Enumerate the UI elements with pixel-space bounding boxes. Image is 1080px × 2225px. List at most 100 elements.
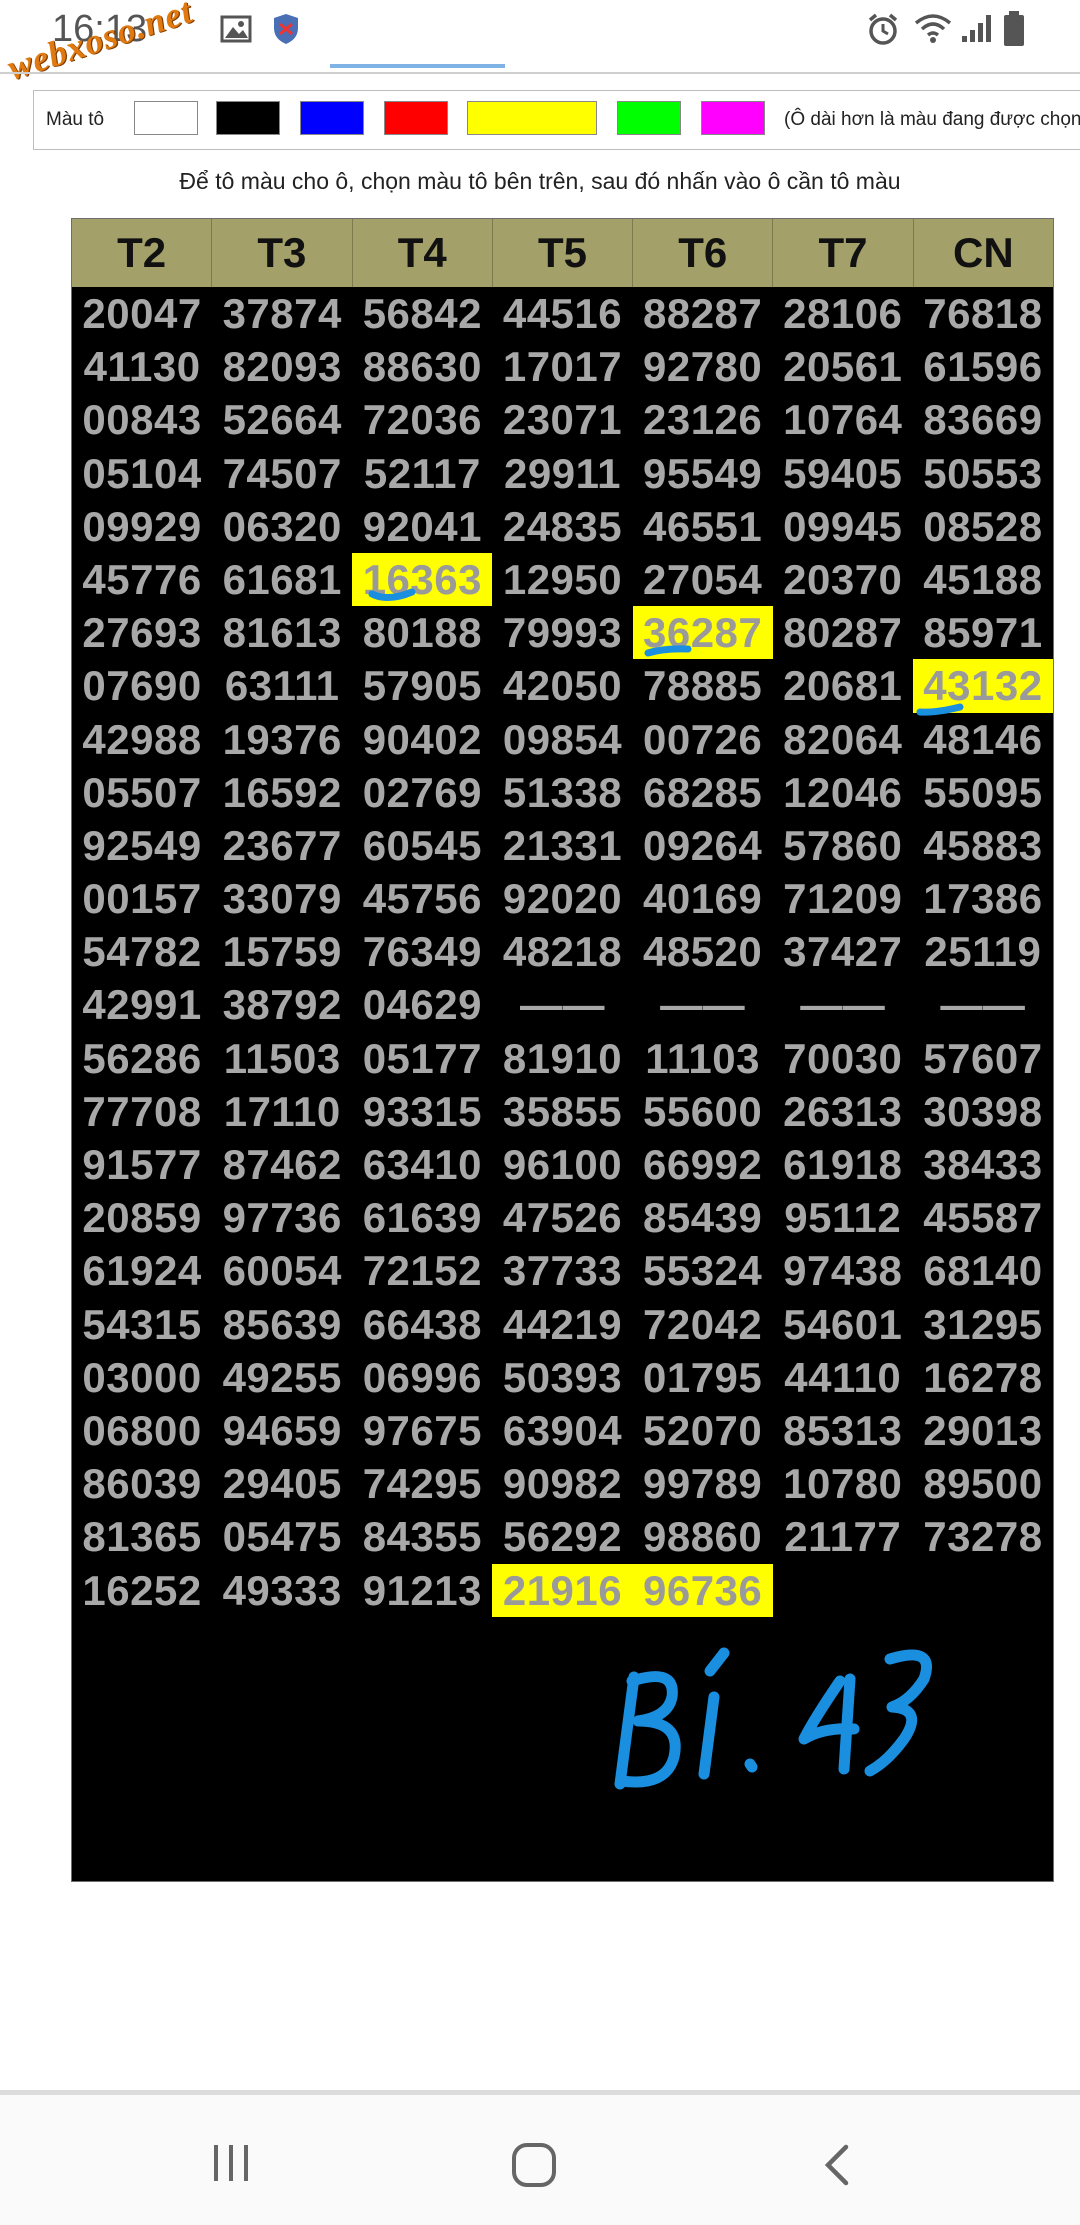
number-cell[interactable]: 52664	[212, 393, 352, 446]
number-cell[interactable]: 84355	[352, 1510, 492, 1563]
number-cell[interactable]: 45587	[913, 1191, 1053, 1244]
number-cell[interactable]: 07690	[72, 659, 212, 712]
number-cell[interactable]: 16278	[913, 1351, 1053, 1404]
number-cell[interactable]: 09929	[72, 500, 212, 553]
swatch-white[interactable]	[134, 101, 198, 135]
number-cell[interactable]: 54315	[72, 1298, 212, 1351]
number-cell[interactable]: 81365	[72, 1510, 212, 1563]
number-cell[interactable]: 06996	[352, 1351, 492, 1404]
number-cell[interactable]: 55324	[633, 1244, 773, 1297]
number-cell[interactable]: 20370	[773, 553, 913, 606]
number-cell[interactable]: 38792	[212, 978, 352, 1031]
number-cell[interactable]: 09945	[773, 500, 913, 553]
number-cell[interactable]: 05475	[212, 1510, 352, 1563]
number-cell[interactable]: 20561	[773, 340, 913, 393]
number-cell[interactable]: 29013	[913, 1404, 1053, 1457]
number-cell[interactable]: 98860	[633, 1510, 773, 1563]
number-cell[interactable]: ——	[773, 978, 913, 1031]
number-cell[interactable]: 45883	[913, 819, 1053, 872]
number-cell[interactable]: 16592	[212, 766, 352, 819]
number-cell[interactable]: 12046	[773, 766, 913, 819]
number-cell[interactable]: 23677	[212, 819, 352, 872]
number-cell[interactable]: 81613	[212, 606, 352, 659]
number-cell[interactable]: 52070	[633, 1404, 773, 1457]
number-cell[interactable]: 61639	[352, 1191, 492, 1244]
number-cell[interactable]: 85639	[212, 1298, 352, 1351]
number-cell[interactable]: 76349	[352, 925, 492, 978]
number-cell[interactable]: 29911	[492, 447, 632, 500]
number-cell[interactable]: 91213	[352, 1564, 492, 1617]
number-cell[interactable]: 35855	[492, 1085, 632, 1138]
number-cell[interactable]: 06800	[72, 1404, 212, 1457]
number-cell[interactable]: 51338	[492, 766, 632, 819]
number-cell[interactable]: 17110	[212, 1085, 352, 1138]
number-cell[interactable]: 82064	[773, 713, 913, 766]
number-cell[interactable]: 10764	[773, 393, 913, 446]
number-cell[interactable]: 37874	[212, 287, 352, 340]
number-cell[interactable]: 78885	[633, 659, 773, 712]
number-cell[interactable]: 09854	[492, 713, 632, 766]
number-cell[interactable]: 52117	[352, 447, 492, 500]
number-cell[interactable]: 61924	[72, 1244, 212, 1297]
number-cell[interactable]: 74295	[352, 1457, 492, 1510]
number-cell[interactable]: 76818	[913, 287, 1053, 340]
number-cell[interactable]: 97675	[352, 1404, 492, 1457]
number-cell[interactable]: 24835	[492, 500, 632, 553]
number-cell[interactable]: 50553	[913, 447, 1053, 500]
number-cell[interactable]: 12950	[492, 553, 632, 606]
number-cell[interactable]: 95549	[633, 447, 773, 500]
number-cell[interactable]: 97438	[773, 1244, 913, 1297]
number-cell[interactable]: 28106	[773, 287, 913, 340]
number-cell[interactable]: 27054	[633, 553, 773, 606]
number-cell[interactable]: 11103	[633, 1032, 773, 1085]
number-cell[interactable]: 04629	[352, 978, 492, 1031]
number-cell[interactable]: ——	[633, 978, 773, 1031]
number-cell[interactable]: 89500	[913, 1457, 1053, 1510]
number-cell[interactable]: 90402	[352, 713, 492, 766]
number-cell[interactable]: 72042	[633, 1298, 773, 1351]
number-cell[interactable]: 03000	[72, 1351, 212, 1404]
number-cell[interactable]: 80287	[773, 606, 913, 659]
number-cell[interactable]: 61681	[212, 553, 352, 606]
number-cell[interactable]: 81910	[492, 1032, 632, 1085]
number-cell[interactable]: 48218	[492, 925, 632, 978]
number-cell[interactable]: 60054	[212, 1244, 352, 1297]
number-cell[interactable]: 41130	[72, 340, 212, 393]
number-cell[interactable]: 48520	[633, 925, 773, 978]
number-cell[interactable]: 86039	[72, 1457, 212, 1510]
number-cell[interactable]: 57607	[913, 1032, 1053, 1085]
number-cell[interactable]: ——	[913, 978, 1053, 1031]
number-cell[interactable]: 63904	[492, 1404, 632, 1457]
number-cell[interactable]: 30398	[913, 1085, 1053, 1138]
number-cell[interactable]: 27693	[72, 606, 212, 659]
number-cell[interactable]: 05104	[72, 447, 212, 500]
number-cell[interactable]: 16252	[72, 1564, 212, 1617]
number-cell[interactable]: 46551	[633, 500, 773, 553]
number-cell[interactable]: 97736	[212, 1191, 352, 1244]
number-cell[interactable]: 95112	[773, 1191, 913, 1244]
number-cell[interactable]: 80188	[352, 606, 492, 659]
number-cell[interactable]: 71209	[773, 872, 913, 925]
number-cell[interactable]: 19376	[212, 713, 352, 766]
number-cell[interactable]: 40169	[633, 872, 773, 925]
recent-apps-icon[interactable]	[210, 2143, 254, 2183]
number-cell[interactable]: 26313	[773, 1085, 913, 1138]
number-cell[interactable]: 79993	[492, 606, 632, 659]
number-cell[interactable]: 44516	[492, 287, 632, 340]
number-cell[interactable]: 47526	[492, 1191, 632, 1244]
number-cell[interactable]: 17017	[492, 340, 632, 393]
number-cell[interactable]: 33079	[212, 872, 352, 925]
number-cell[interactable]: 92020	[492, 872, 632, 925]
number-cell[interactable]: 42988	[72, 713, 212, 766]
number-cell[interactable]: 68140	[913, 1244, 1053, 1297]
number-cell[interactable]: 92780	[633, 340, 773, 393]
number-cell[interactable]: 37733	[492, 1244, 632, 1297]
number-cell[interactable]: 25119	[913, 925, 1053, 978]
number-cell[interactable]: 29405	[212, 1457, 352, 1510]
swatch-blue[interactable]	[300, 101, 364, 135]
number-cell[interactable]: ——	[492, 978, 632, 1031]
number-cell[interactable]: 02769	[352, 766, 492, 819]
number-cell[interactable]: 85313	[773, 1404, 913, 1457]
swatch-green[interactable]	[617, 101, 681, 135]
number-cell[interactable]: 72152	[352, 1244, 492, 1297]
